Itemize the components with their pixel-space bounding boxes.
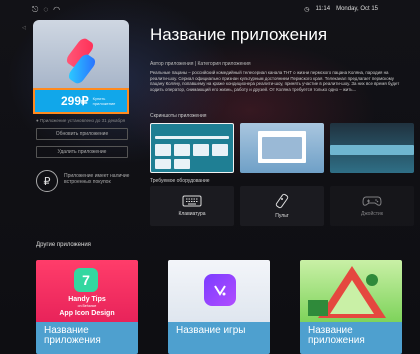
number-seven-icon: 7 (74, 268, 98, 292)
card-label: Название приложения (300, 322, 402, 354)
hardware-label: Клавиатура (178, 211, 206, 217)
clock-icon: ◷ (304, 7, 310, 13)
card-label: Название приложения (36, 322, 138, 354)
cast-icon: ⎋ (32, 5, 39, 14)
hardware-remote: Пульт (240, 186, 324, 226)
update-button[interactable]: Обновить приложение (36, 128, 128, 140)
delete-button[interactable]: Удалить приложение (36, 146, 128, 158)
card-art (168, 260, 270, 322)
buy-button[interactable]: 299₽ Купить приложение (33, 88, 129, 114)
card-art (300, 260, 402, 322)
in-app-purchase-note: Приложение имеет наличие встроенных поку… (64, 173, 130, 185)
remote-icon (275, 193, 289, 209)
buy-caption: Купить приложение (92, 96, 116, 106)
author-category: Автор приложения | Категория приложения (150, 61, 251, 67)
status-bar: ⎋ ◌ ◠ ◷ 11:14 Monday, Oct 15 (0, 0, 420, 20)
other-apps-row: 7 Handy Tips on Behance App Icon Design … (36, 260, 402, 354)
card-label: Название игры (168, 322, 270, 354)
hardware-keyboard: Клавиатура (150, 186, 234, 226)
other-app-card[interactable]: 7 Handy Tips on Behance App Icon Design … (36, 260, 138, 354)
screenshot-1[interactable] (150, 123, 234, 173)
installed-note: ● Приложение установлено до 31 декабря (36, 118, 126, 123)
price-label: 299₽ (61, 94, 89, 108)
status-icons: ⎋ ◌ ◠ (32, 5, 60, 15)
hardware-row: Клавиатура Пульт Джойстик (150, 186, 414, 226)
settings-icon: ◌ (43, 5, 49, 14)
other-app-card[interactable]: Название приложения (300, 260, 402, 354)
wifi-icon: ◠ (53, 5, 61, 14)
app-logo-icon (204, 274, 236, 306)
clock: ◷ 11:14 Monday, Oct 15 (304, 6, 378, 13)
screenshot-3[interactable] (330, 123, 414, 173)
hardware-title: Требуемое оборудование (150, 178, 210, 184)
other-apps-title: Другие приложения (36, 242, 91, 248)
hardware-label: Джойстик (360, 211, 384, 217)
in-app-purchase-icon: ₽ (36, 170, 58, 192)
gamepad-icon (362, 196, 382, 206)
hardware-gamepad: Джойстик (330, 186, 414, 226)
date-text: Monday, Oct 15 (336, 6, 378, 12)
art-title: Handy Tips (68, 296, 106, 303)
art-subtitle: on Behance (77, 304, 97, 308)
art-footer: App Icon Design (59, 310, 115, 317)
app-description: Реальные пацаны – российский комедийный … (150, 70, 400, 92)
education-illustration-icon (308, 266, 386, 318)
card-art: 7 Handy Tips on Behance App Icon Design (36, 260, 138, 322)
time-text: 11:14 (315, 6, 331, 12)
screenshots-row (150, 123, 414, 173)
screenshots-title: Скриншоты приложения (150, 113, 207, 119)
other-app-card[interactable]: Название игры (168, 260, 270, 354)
hardware-label: Пульт (275, 213, 289, 219)
screenshot-2[interactable] (240, 123, 324, 173)
app-title: Название приложения (150, 25, 328, 44)
shortcuts-app-icon (59, 36, 103, 86)
back-hint: ◁ (22, 25, 26, 31)
keyboard-icon (182, 195, 202, 207)
